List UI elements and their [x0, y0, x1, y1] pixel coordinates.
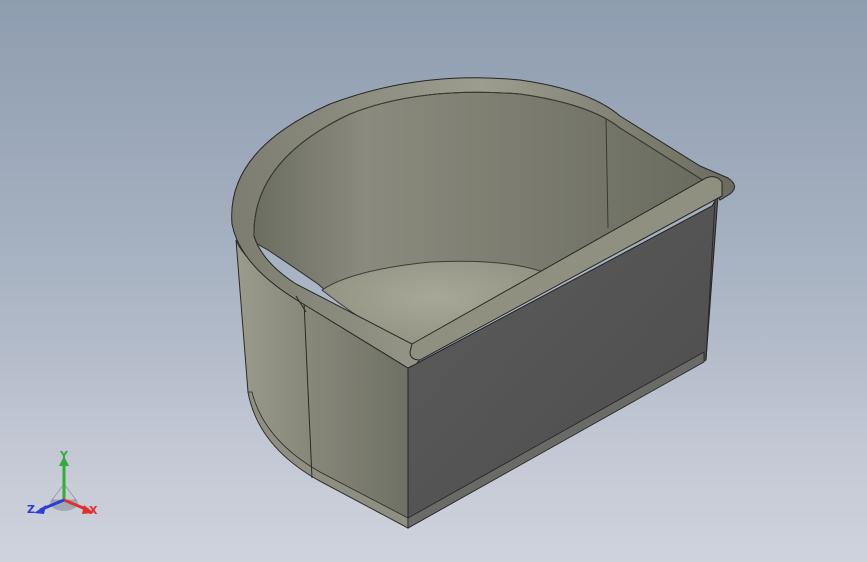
3d-model-view[interactable] [0, 0, 867, 562]
graphics-viewport[interactable]: Y Z X [0, 0, 867, 562]
coordinate-triad[interactable]: Y Z X [24, 448, 104, 524]
z-axis-label: Z [27, 503, 35, 516]
x-axis-label: X [89, 504, 98, 517]
y-axis-label: Y [60, 449, 68, 462]
